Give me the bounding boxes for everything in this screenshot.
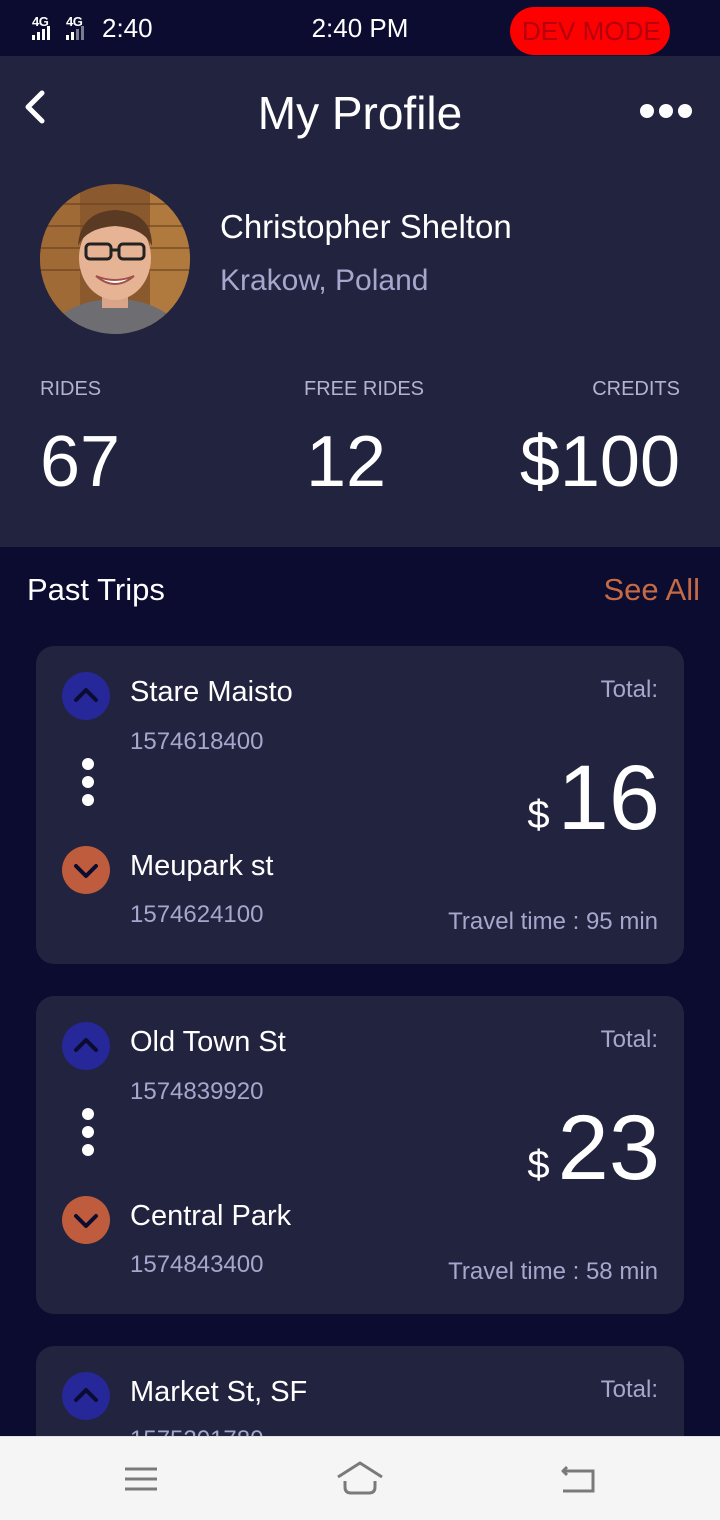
currency-symbol: $ [527,793,550,837]
pickup-icon [62,1372,110,1420]
more-options-button[interactable] [640,96,692,126]
route-dots [82,758,94,812]
system-nav-bar [0,1436,720,1520]
profile-header: My Profile Christopher Shelton Krakow, P… [0,56,720,547]
trip-amount: 23 [557,1097,660,1199]
dropoff-name: Meupark st [130,850,274,882]
section-title: Past Trips [27,572,165,607]
free-rides-label: FREE RIDES [304,378,425,400]
dropoff-icon [62,1196,110,1244]
rides-label: RIDES [40,378,102,400]
pickup-time: 1575201780 [130,1426,263,1436]
profile-name: Christopher Shelton [220,208,512,245]
trip-price: $ 23 [527,1097,660,1199]
more-horizontal-icon [640,104,654,118]
dev-mode-badge: DEV MODE [510,7,670,55]
profile-location: Krakow, Poland [220,264,429,297]
travel-time: Travel time : 58 min [448,1258,658,1285]
pickup-name: Stare Maisto [130,676,293,708]
avatar [40,184,190,334]
dropoff-time: 1574624100 [130,901,264,928]
dropoff-name: Central Park [130,1200,292,1232]
home-icon [337,1461,383,1495]
dropoff-time: 1574843400 [130,1251,264,1278]
page-title: My Profile [257,87,463,139]
back-arrow-icon [561,1465,595,1493]
free-rides-value: 12 [306,422,387,502]
pickup-icon [62,672,110,720]
credits-label: CREDITS [592,378,680,400]
status-bar: 4G 4G 2:40 2:40 PM DEV MODE [0,0,720,56]
home-button[interactable] [332,1455,388,1503]
menu-button[interactable] [113,1455,169,1503]
trip-card[interactable]: Old Town St 1574839920 Central Park 1574… [36,996,684,1314]
pickup-name: Old Town St [130,1026,286,1058]
pickup-time: 1574618400 [130,728,264,755]
currency-symbol: $ [527,1143,550,1187]
total-label: Total: [600,1026,658,1053]
rides-value: 67 [40,422,121,502]
travel-time: Travel time : 95 min [448,908,658,935]
pickup-icon [62,1022,110,1070]
back-nav-button[interactable] [551,1455,607,1503]
dropoff-icon [62,846,110,894]
trip-card[interactable]: Stare Maisto 1574618400 Meupark st 15746… [36,646,684,964]
pickup-name: Market St, SF [130,1376,308,1408]
trip-card[interactable]: Market St, SF 1575201780 Total: [36,1346,684,1436]
see-all-link[interactable]: See All [603,572,700,608]
route-dots [82,1108,94,1162]
total-label: Total: [600,1376,658,1403]
pickup-time: 1574839920 [130,1078,264,1105]
trip-amount: 16 [557,747,660,849]
total-label: Total: [600,676,658,703]
menu-icon [125,1467,157,1491]
trip-price: $ 16 [527,747,660,849]
credits-value: $100 [519,422,680,502]
